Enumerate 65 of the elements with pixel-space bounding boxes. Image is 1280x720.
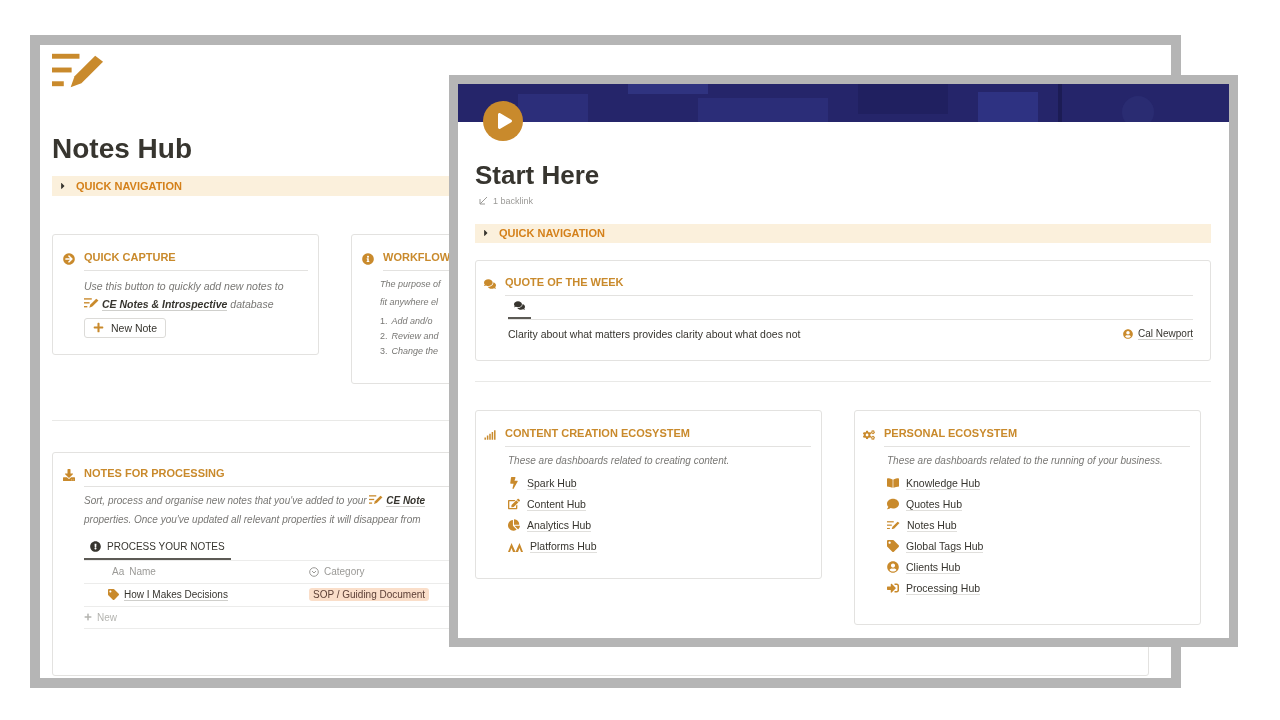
section-heading: NOTES FOR PROCESSING: [84, 466, 225, 479]
hub-link[interactable]: Platforms Hub: [508, 535, 811, 557]
list-item: Review and: [391, 330, 439, 341]
list-item: Add and/o: [391, 315, 433, 326]
download-icon: [63, 468, 75, 481]
gears-icon: [863, 428, 875, 441]
section-heading: PERSONAL ECOSYSTEM: [884, 426, 1018, 439]
sign-in-icon: [887, 582, 899, 595]
bar-chart-icon: [484, 428, 496, 441]
section-heading: CONTENT CREATION ECOSYSTEM: [505, 426, 690, 439]
hub-link[interactable]: Global Tags Hub: [887, 535, 1190, 557]
card-description: fit anywhere el: [380, 295, 439, 309]
card-description: The purpose of: [380, 277, 441, 291]
hub-link[interactable]: Clients Hub: [887, 556, 1190, 578]
database-link[interactable]: CE Note: [386, 494, 426, 507]
tag-icon: [887, 540, 899, 553]
hub-link[interactable]: Content Hub: [508, 493, 811, 515]
page-title: Start Here: [475, 161, 601, 190]
tag-icon: [108, 589, 119, 601]
section-heading: WORKFLOW: [383, 250, 451, 263]
hub-link[interactable]: Processing Hub: [887, 577, 1190, 599]
select-icon: [309, 566, 319, 577]
user-icon: [1122, 328, 1133, 339]
hub-link[interactable]: Quotes Hub: [887, 493, 1190, 515]
arrow-right-icon: [63, 252, 75, 265]
speech-bubbles-icon: [484, 277, 496, 290]
bolt-icon: [508, 477, 520, 490]
view-tab[interactable]: PROCESS YOUR NOTES: [84, 536, 231, 560]
user-icon: [887, 561, 899, 574]
hub-link[interactable]: Notes Hub: [887, 514, 1190, 536]
card-description: These are dashboards related to creating content.: [508, 453, 731, 468]
plus-icon: [84, 613, 92, 622]
speech-bubble-icon: [887, 498, 899, 511]
hub-link[interactable]: Analytics Hub: [508, 514, 811, 536]
database-link[interactable]: CE Notes & Introspective: [101, 297, 228, 311]
page-title: Notes Hub: [52, 133, 193, 165]
list-number: 3.: [380, 345, 388, 356]
notes-icon: [84, 297, 99, 308]
category-tag: SOP / Guiding Document: [309, 588, 430, 602]
arrow-icon: [479, 196, 488, 206]
card-description: These are dashboards related to the running of your business.: [887, 453, 1164, 468]
new-note-button[interactable]: New Note: [84, 317, 167, 338]
info-icon: [362, 252, 374, 265]
speech-bubbles-icon: [514, 299, 525, 311]
section-heading: QUICK CAPTURE: [84, 250, 176, 263]
peaks-icon: [508, 540, 523, 552]
notes-icon: [369, 494, 384, 504]
section-heading: QUOTE OF THE WEEK: [505, 275, 624, 288]
list-number: 2.: [380, 330, 388, 341]
pie-chart-icon: [508, 519, 520, 532]
quote-text: Clarity about what matters provides clarity about what does not: [508, 327, 801, 340]
list-item: Change the: [391, 345, 439, 356]
book-icon: [887, 477, 899, 490]
play-icon: [483, 101, 523, 141]
notes-icon: [887, 520, 900, 530]
hub-link[interactable]: Knowledge Hub: [887, 472, 1190, 494]
card-description: Use this button to quickly add new notes to CE Notes & Introspective database: [84, 278, 285, 313]
hub-link[interactable]: Spark Hub: [508, 472, 811, 494]
alert-icon: [90, 540, 101, 552]
edit-icon: [508, 498, 520, 511]
list-number: 1.: [380, 315, 388, 326]
author-link[interactable]: Cal Newport: [1137, 327, 1193, 340]
page-icon: [52, 53, 105, 88]
table-cell[interactable]: How I Makes Decisions: [124, 588, 228, 601]
plus-icon: [93, 322, 104, 334]
